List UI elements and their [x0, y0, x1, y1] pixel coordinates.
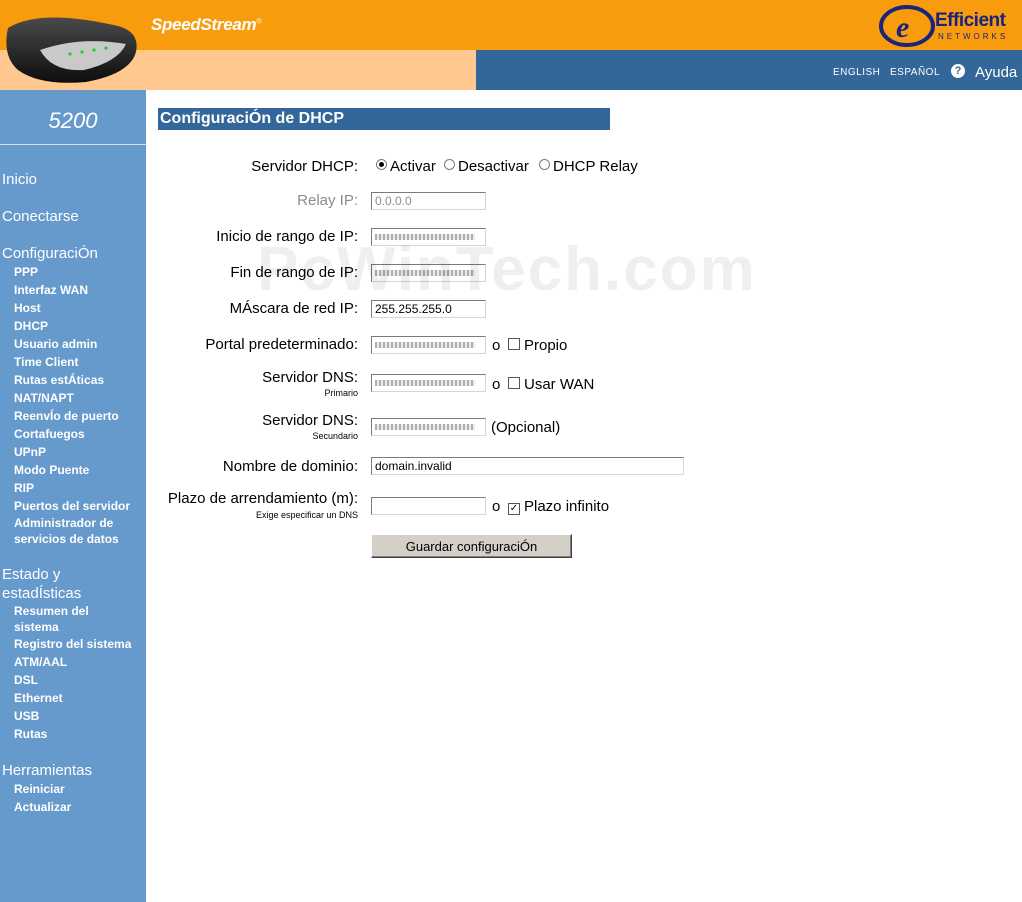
- nav-time-client[interactable]: Time Client: [14, 354, 146, 370]
- espanol-link[interactable]: ESPAÑOL: [890, 67, 940, 78]
- radio-activar[interactable]: [376, 159, 387, 170]
- page-title: ConfiguraciÓn de DHCP: [160, 110, 345, 127]
- lease-label: Plazo de arrendamiento (m):: [167, 490, 358, 507]
- nav-usuario-admin[interactable]: Usuario admin: [14, 336, 146, 352]
- svg-text:e: e: [896, 11, 909, 44]
- netmask-label: MÁscara de red IP:: [229, 300, 358, 317]
- relay-ip-label: Relay IP:: [297, 192, 358, 209]
- nav-host[interactable]: Host: [14, 300, 146, 316]
- radio-desactivar[interactable]: [444, 159, 455, 170]
- lease-or: o: [492, 498, 501, 515]
- nav-herramientas[interactable]: Herramientas: [2, 761, 92, 780]
- dhcp-relay-option[interactable]: DHCP Relay: [539, 158, 638, 175]
- nav-interfaz-wan[interactable]: Interfaz WAN: [14, 282, 146, 298]
- nav-nat-napt[interactable]: NAT/NAPT: [14, 390, 146, 406]
- nav-ethernet[interactable]: Ethernet: [14, 690, 146, 706]
- nav-rutas[interactable]: Rutas: [14, 726, 146, 742]
- dhcp-server-label: Servidor DHCP:: [251, 158, 358, 175]
- nav-usb[interactable]: USB: [14, 708, 146, 724]
- help-icon[interactable]: ?: [951, 64, 965, 78]
- logo-word: Efficient: [935, 10, 1006, 31]
- dns-secondary-hint: Secundario: [312, 431, 358, 441]
- nav-rip[interactable]: RIP: [14, 480, 146, 496]
- nav-modo-puente[interactable]: Modo Puente: [14, 462, 146, 478]
- nav-admin-servicios-datos[interactable]: Administrador de servicios de datos: [14, 515, 134, 547]
- model-number: 5200: [48, 108, 98, 133]
- lease-hint: Exige especificar un DNS: [255, 510, 358, 520]
- nav-rutas-estaticas[interactable]: Rutas estÁticas: [14, 372, 146, 388]
- lease-infinite-option[interactable]: ✓ Plazo infinito: [508, 498, 609, 515]
- propio-checkbox[interactable]: [508, 338, 520, 350]
- save-button[interactable]: Guardar configuraciÓn: [371, 534, 572, 558]
- nav-estado-estadisticas[interactable]: Estado y estadÍsticas: [2, 565, 112, 603]
- nav-inicio[interactable]: Inicio: [2, 170, 37, 189]
- dns-primary-hint: Primario: [324, 388, 358, 398]
- radio-relay[interactable]: [539, 159, 550, 170]
- dns-secondary-note: (Opcional): [491, 419, 561, 436]
- range-start-input[interactable]: [371, 228, 486, 246]
- nav-ppp[interactable]: PPP: [14, 264, 146, 280]
- relay-ip-input[interactable]: 0.0.0.0: [371, 192, 486, 210]
- nav-dhcp[interactable]: DHCP: [14, 318, 146, 334]
- nav-reenvio-puerto[interactable]: ReenvÍo de puerto: [14, 408, 146, 424]
- infinite-lease-checkbox[interactable]: ✓: [508, 503, 520, 515]
- nav-puertos-servidor[interactable]: Puertos del servidor: [14, 498, 146, 514]
- nav-resumen-sistema[interactable]: Resumen del sistema: [14, 603, 114, 635]
- nav-configuracion[interactable]: ConfiguraciÓn: [2, 244, 98, 263]
- gateway-propio-option[interactable]: Propio: [508, 337, 567, 354]
- nav-reiniciar[interactable]: Reiniciar: [14, 781, 146, 797]
- header-subbar-right: [476, 50, 1022, 90]
- nav-cortafuegos[interactable]: Cortafuegos: [14, 426, 146, 442]
- dns-secondary-input[interactable]: [371, 418, 486, 436]
- nav-upnp[interactable]: UPnP: [14, 444, 146, 460]
- nav-actualizar[interactable]: Actualizar: [14, 799, 146, 815]
- netmask-input[interactable]: 255.255.255.0: [371, 300, 486, 318]
- domain-input[interactable]: domain.invalid: [371, 457, 684, 475]
- domain-label: Nombre de dominio:: [222, 458, 358, 475]
- dns-primary-input[interactable]: [371, 374, 486, 392]
- dns-primary-label: Servidor DNS:: [262, 369, 358, 386]
- nav-dsl[interactable]: DSL: [14, 672, 146, 688]
- dns-usar-wan-option[interactable]: Usar WAN: [508, 376, 594, 393]
- range-start-label: Inicio de rango de IP:: [216, 228, 358, 245]
- english-link[interactable]: ENGLISH: [833, 67, 880, 78]
- modem-image: [6, 17, 137, 83]
- brand-name: SpeedStream®: [151, 15, 262, 34]
- nav-registro-sistema[interactable]: Registro del sistema: [14, 636, 146, 652]
- sidebar-divider: [0, 144, 146, 145]
- gateway-label: Portal predeterminado:: [205, 336, 358, 353]
- dhcp-activar-option[interactable]: Activar: [376, 158, 436, 175]
- help-link[interactable]: Ayuda: [975, 64, 1017, 81]
- gateway-input[interactable]: [371, 336, 486, 354]
- range-end-input[interactable]: [371, 264, 486, 282]
- logo-subtitle: NETWORKS: [938, 32, 1009, 41]
- gateway-or: o: [492, 337, 501, 354]
- dhcp-desactivar-option[interactable]: Desactivar: [444, 158, 529, 175]
- dns-primary-or: o: [492, 376, 501, 393]
- range-end-label: Fin de rango de IP:: [230, 264, 358, 281]
- dns-secondary-label: Servidor DNS:: [262, 412, 358, 429]
- usar-wan-checkbox[interactable]: [508, 377, 520, 389]
- lease-input[interactable]: [371, 497, 486, 515]
- nav-conectarse[interactable]: Conectarse: [2, 207, 79, 226]
- nav-atm-aal[interactable]: ATM/AAL: [14, 654, 146, 670]
